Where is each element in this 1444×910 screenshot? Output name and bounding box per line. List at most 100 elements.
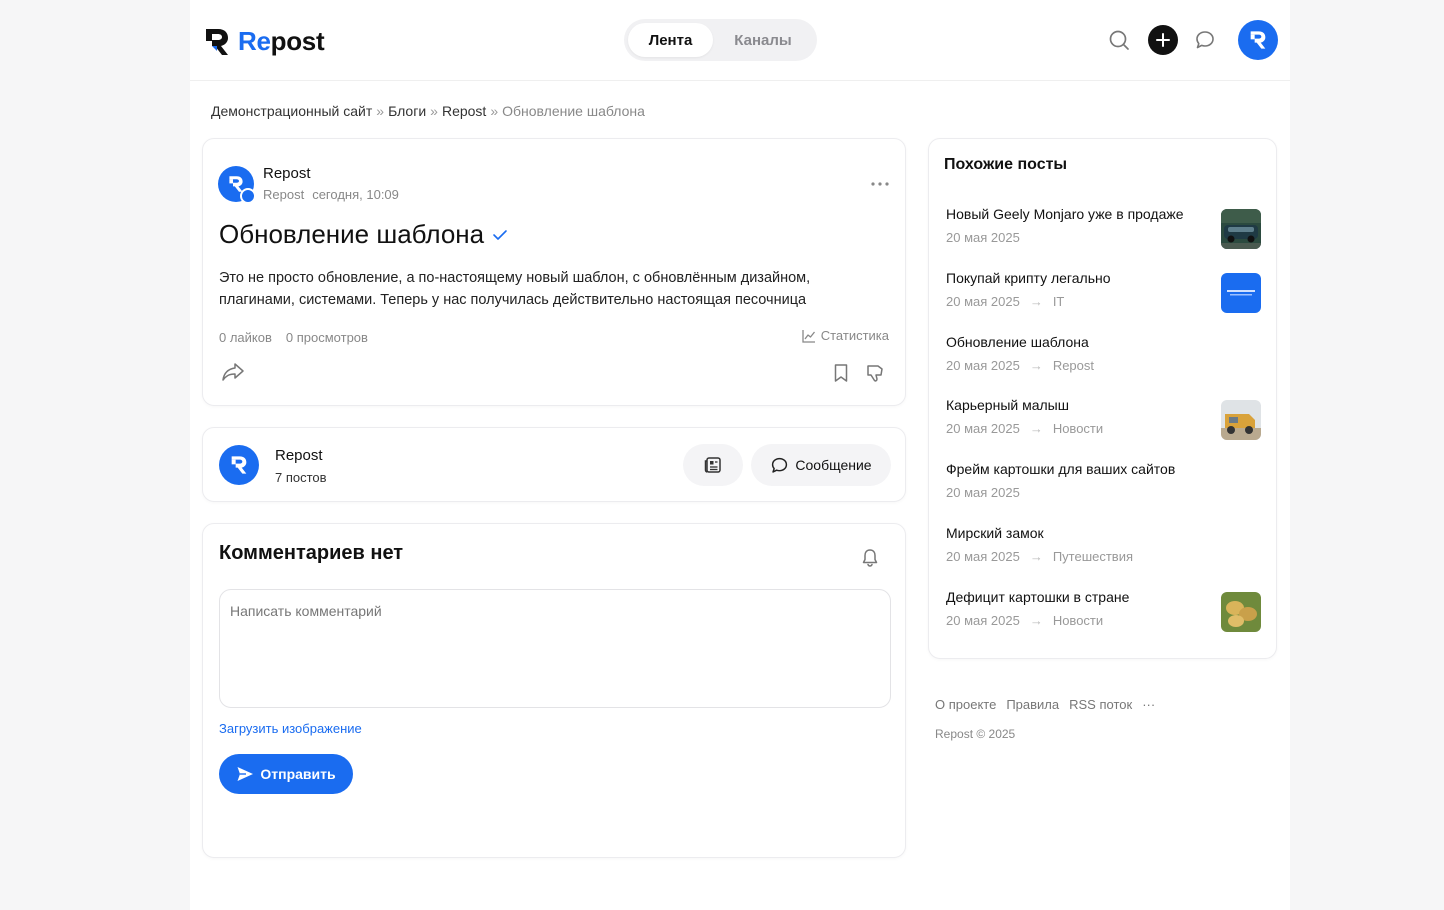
feed-tabs: Лента Каналы xyxy=(624,19,817,61)
more-options-button[interactable] xyxy=(871,175,889,186)
similar-post-item[interactable]: Обновление шаблона 20 мая 2025 → Repost xyxy=(946,333,1261,397)
post-time: сегодня, 10:09 xyxy=(312,187,399,202)
similar-posts-title: Похожие посты xyxy=(944,156,1068,173)
similar-post-title[interactable]: Обновление шаблона xyxy=(946,333,1196,351)
author-name[interactable]: Repost xyxy=(275,447,323,464)
similar-post-title[interactable]: Дефицит картошки в стране xyxy=(946,588,1196,606)
post-title: Обновление шаблона xyxy=(219,219,508,250)
logo[interactable]: Repost xyxy=(204,26,325,57)
similar-post-category[interactable]: Repost xyxy=(1053,358,1094,373)
breadcrumb-item[interactable]: Демонстрационный сайт xyxy=(211,103,372,119)
author-posts-count: 7 постов xyxy=(275,470,327,485)
copyright: Repost © 2025 xyxy=(935,727,1016,741)
post-header: Repost Repost сегодня, 10:09 xyxy=(218,165,399,204)
statistics-link[interactable]: Статистика xyxy=(802,328,889,343)
similar-post-category[interactable]: Новости xyxy=(1053,421,1103,436)
notify-comments-button[interactable] xyxy=(861,548,879,571)
similar-post-date: 20 мая 2025 xyxy=(946,293,1020,309)
post-thumbnail[interactable] xyxy=(1221,400,1261,441)
breadcrumb-item[interactable]: Блоги xyxy=(388,103,426,119)
share-icon xyxy=(222,363,244,381)
tab-feed[interactable]: Лента xyxy=(628,23,713,57)
similar-post-title[interactable]: Фрейм картошки для ваших сайтов xyxy=(946,460,1196,478)
repost-logo-icon xyxy=(1250,31,1266,49)
similar-post-item[interactable]: Фрейм картошки для ваших сайтов 20 мая 2… xyxy=(946,460,1261,524)
similar-post-date: 20 мая 2025 xyxy=(946,548,1020,564)
similar-post-item[interactable]: Дефицит картошки в стране 20 мая 2025 → Но… xyxy=(946,588,1261,652)
chat-icon xyxy=(772,457,788,473)
similar-post-category[interactable]: Путешествия xyxy=(1053,549,1133,564)
likes-count: 0 лайков xyxy=(219,330,272,345)
similar-post-title[interactable]: Карьерный малыш xyxy=(946,396,1196,414)
footer-link-rss[interactable]: RSS поток xyxy=(1069,697,1132,712)
search-icon xyxy=(1109,30,1129,50)
top-actions xyxy=(1104,20,1278,60)
similar-post-item[interactable]: Покупай крипту легально 20 мая 2025 → IT xyxy=(946,269,1261,333)
footer-more-button[interactable]: ··· xyxy=(1142,697,1155,712)
post-channel[interactable]: Repost xyxy=(263,187,304,202)
views-count: 0 просмотров xyxy=(285,330,368,345)
similar-post-title[interactable]: Покупай крипту легально xyxy=(946,269,1196,287)
post-thumbnail[interactable] xyxy=(1221,591,1261,632)
more-icon xyxy=(871,182,889,186)
user-avatar[interactable] xyxy=(1238,20,1278,60)
share-button[interactable] xyxy=(221,361,245,386)
newsfeed-icon xyxy=(704,457,721,473)
similar-post-date: 20 мая 2025 xyxy=(946,421,1020,437)
search-button[interactable] xyxy=(1104,25,1134,55)
message-button[interactable]: Сообщение xyxy=(751,444,891,486)
send-comment-button[interactable]: Отправить xyxy=(219,754,353,794)
author-card: Repost 7 постов Сообщение xyxy=(202,427,906,502)
comment-input[interactable] xyxy=(219,589,891,708)
bookmark-button[interactable] xyxy=(833,363,849,386)
arrow-right-icon: → xyxy=(1029,293,1043,309)
arrow-right-icon: → xyxy=(1029,421,1043,437)
similar-posts-card: Похожие посты Новый Geely Monjaro уже в … xyxy=(928,138,1277,659)
messages-button[interactable] xyxy=(1190,25,1220,55)
similar-post-title[interactable]: Мирский замок xyxy=(946,524,1196,542)
topbar: Repost Лента Каналы xyxy=(190,0,1290,81)
author-avatar[interactable] xyxy=(219,445,259,485)
post-author-name[interactable]: Repost xyxy=(263,165,399,183)
page: Repost Лента Каналы Демонстрационный сай… xyxy=(190,0,1290,910)
similar-post-category[interactable]: IT xyxy=(1053,294,1065,309)
post-card: Repost Repost сегодня, 10:09 Обновление ш… xyxy=(202,138,906,406)
similar-post-date: 20 мая 2025 xyxy=(946,485,1020,501)
dislike-button[interactable] xyxy=(865,363,885,386)
similar-post-item[interactable]: Новый Geely Monjaro уже в продаже 20 мая… xyxy=(946,205,1261,269)
comments-title: Комментариев нет xyxy=(219,542,404,564)
channel-badge xyxy=(240,187,256,204)
bell-icon xyxy=(862,549,878,567)
similar-post-category[interactable]: Новости xyxy=(1053,613,1103,628)
repost-logo-icon xyxy=(231,456,247,474)
breadcrumb-item[interactable]: Repost xyxy=(442,103,486,119)
plus-icon xyxy=(1156,33,1170,47)
verified-icon xyxy=(492,228,508,242)
bookmark-icon xyxy=(834,364,848,382)
upload-image-link[interactable]: Загрузить изображение xyxy=(219,721,362,736)
similar-post-item[interactable]: Мирский замок 20 мая 2025 → Путешествия xyxy=(946,524,1261,588)
breadcrumb-separator: » xyxy=(490,103,499,119)
similar-post-item[interactable]: Карьерный малыш 20 мая 2025 → Новости xyxy=(946,396,1261,460)
breadcrumb-separator: » xyxy=(376,103,385,119)
tab-channels[interactable]: Каналы xyxy=(713,23,813,57)
create-post-button[interactable] xyxy=(1148,25,1178,55)
post-thumbnail[interactable] xyxy=(1221,209,1261,249)
breadcrumb-current: Обновление шаблона xyxy=(502,103,645,119)
author-avatar[interactable] xyxy=(218,165,256,204)
breadcrumb: Демонстрационный сайт» Блоги» Repost» Обнов… xyxy=(211,103,645,119)
chart-icon xyxy=(802,329,815,343)
post-thumbnail[interactable] xyxy=(1221,272,1261,313)
send-icon xyxy=(237,767,254,781)
arrow-right-icon: → xyxy=(1029,357,1043,373)
post-stats: 0 лайков 0 просмотров xyxy=(219,330,368,345)
footer-link-rules[interactable]: Правила xyxy=(1006,697,1059,712)
logo-text: Repost xyxy=(238,26,325,56)
similar-post-date: 20 мая 2025 xyxy=(946,230,1020,245)
footer-link-about[interactable]: О проекте xyxy=(935,697,996,712)
similar-post-date: 20 мая 2025 xyxy=(946,357,1020,373)
logo-icon xyxy=(206,28,228,55)
subscribe-button[interactable] xyxy=(683,444,743,486)
thumbs-down-icon xyxy=(867,365,883,382)
similar-post-title[interactable]: Новый Geely Monjaro уже в продаже xyxy=(946,205,1196,223)
